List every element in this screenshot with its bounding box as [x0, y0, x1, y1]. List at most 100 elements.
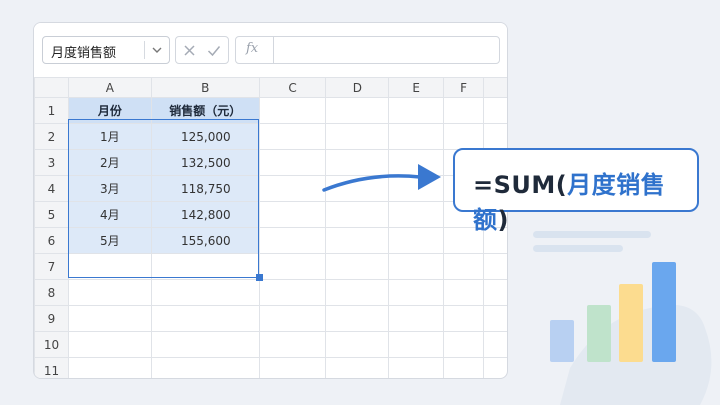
cell[interactable] — [388, 227, 445, 254]
cell[interactable] — [483, 305, 507, 332]
formula-toolbar: 月度销售额 fx — [34, 23, 507, 77]
cell-b3[interactable]: 132,500 — [150, 149, 260, 176]
cell-a5[interactable]: 4月 — [67, 201, 152, 228]
cell[interactable] — [258, 279, 327, 306]
cell[interactable] — [325, 253, 390, 280]
cell[interactable] — [258, 227, 327, 254]
row-header[interactable]: 7 — [34, 253, 69, 280]
row-header[interactable]: 2 — [34, 123, 69, 150]
cell[interactable] — [388, 357, 445, 378]
cell-b4[interactable]: 118,750 — [150, 175, 260, 202]
cell-a3[interactable]: 2月 — [67, 149, 152, 176]
cell[interactable] — [150, 331, 260, 358]
row-header[interactable]: 1 — [34, 97, 69, 124]
bar-chart-illustration-icon — [550, 262, 712, 405]
cell[interactable] — [443, 305, 485, 332]
cell[interactable] — [388, 253, 445, 280]
bar-2 — [587, 305, 611, 362]
cell[interactable] — [258, 253, 327, 280]
cell[interactable] — [325, 201, 390, 228]
cell[interactable] — [388, 279, 445, 306]
cell[interactable] — [258, 201, 327, 228]
cell[interactable] — [150, 253, 260, 280]
cell[interactable] — [67, 279, 152, 306]
cell[interactable] — [258, 97, 327, 124]
name-box[interactable]: 月度销售额 — [42, 36, 170, 64]
cell[interactable] — [325, 97, 390, 124]
row-header[interactable]: 11 — [34, 357, 69, 378]
cell[interactable] — [483, 123, 507, 150]
cell[interactable] — [258, 149, 327, 176]
cell-b2[interactable]: 125,000 — [150, 123, 260, 150]
name-box-value: 月度销售额 — [51, 46, 117, 61]
cell[interactable] — [443, 279, 485, 306]
cell[interactable] — [67, 305, 152, 332]
row-header[interactable]: 9 — [34, 305, 69, 332]
cell[interactable] — [258, 123, 327, 150]
cell-b1[interactable]: 销售额（元） — [150, 97, 260, 124]
column-header-c[interactable]: C — [258, 77, 327, 98]
cell[interactable] — [483, 357, 507, 378]
cell[interactable] — [325, 305, 390, 332]
decorative-line — [533, 231, 651, 238]
cell[interactable] — [388, 97, 445, 124]
cell[interactable] — [483, 97, 507, 124]
chevron-down-icon[interactable] — [151, 42, 163, 58]
row-header[interactable]: 8 — [34, 279, 69, 306]
cell[interactable] — [443, 357, 485, 378]
fill-handle[interactable] — [256, 274, 263, 281]
table-row: 8 — [34, 279, 507, 306]
cell[interactable] — [443, 253, 485, 280]
row-header[interactable]: 4 — [34, 175, 69, 202]
check-icon[interactable] — [207, 44, 221, 57]
cell[interactable] — [483, 279, 507, 306]
close-icon[interactable] — [183, 44, 196, 57]
cell[interactable] — [67, 331, 152, 358]
row-header[interactable]: 6 — [34, 227, 69, 254]
cell[interactable] — [150, 305, 260, 332]
cell[interactable] — [388, 331, 445, 358]
cell-a1[interactable]: 月份 — [67, 97, 152, 124]
select-all-corner[interactable] — [34, 77, 69, 98]
column-header-a[interactable]: A — [67, 77, 152, 98]
column-header-empty[interactable] — [483, 77, 507, 98]
cell[interactable] — [483, 253, 507, 280]
cell[interactable] — [258, 175, 327, 202]
bar-1 — [550, 320, 574, 362]
cell-b5[interactable]: 142,800 — [150, 201, 260, 228]
formula-bar[interactable]: fx — [235, 36, 500, 64]
cell[interactable] — [483, 331, 507, 358]
cell[interactable] — [258, 305, 327, 332]
cell[interactable] — [388, 305, 445, 332]
cell[interactable] — [388, 123, 445, 150]
cell[interactable] — [67, 357, 152, 378]
cell[interactable] — [258, 357, 327, 378]
column-header-e[interactable]: E — [388, 77, 445, 98]
table-row: 7 — [34, 253, 507, 280]
column-header-f[interactable]: F — [443, 77, 485, 98]
cell[interactable] — [443, 331, 485, 358]
cell-b6[interactable]: 155,600 — [150, 227, 260, 254]
cell[interactable] — [388, 201, 445, 228]
cell-a2[interactable]: 1月 — [67, 123, 152, 150]
fx-icon: fx — [246, 41, 259, 56]
cell[interactable] — [150, 357, 260, 378]
cell[interactable] — [325, 357, 390, 378]
cell[interactable] — [325, 331, 390, 358]
formula-expression: =SUM(月度销售额) — [473, 165, 697, 235]
cell[interactable] — [325, 279, 390, 306]
cell[interactable] — [443, 97, 485, 124]
cell[interactable] — [325, 123, 390, 150]
column-header-b[interactable]: B — [150, 77, 260, 98]
row-header[interactable]: 3 — [34, 149, 69, 176]
column-header-d[interactable]: D — [325, 77, 390, 98]
cell[interactable] — [325, 227, 390, 254]
cell[interactable] — [150, 279, 260, 306]
row-header[interactable]: 10 — [34, 331, 69, 358]
cell-a4[interactable]: 3月 — [67, 175, 152, 202]
cell[interactable] — [443, 123, 485, 150]
cell-a6[interactable]: 5月 — [67, 227, 152, 254]
cell[interactable] — [67, 253, 152, 280]
row-header[interactable]: 5 — [34, 201, 69, 228]
cell[interactable] — [258, 331, 327, 358]
